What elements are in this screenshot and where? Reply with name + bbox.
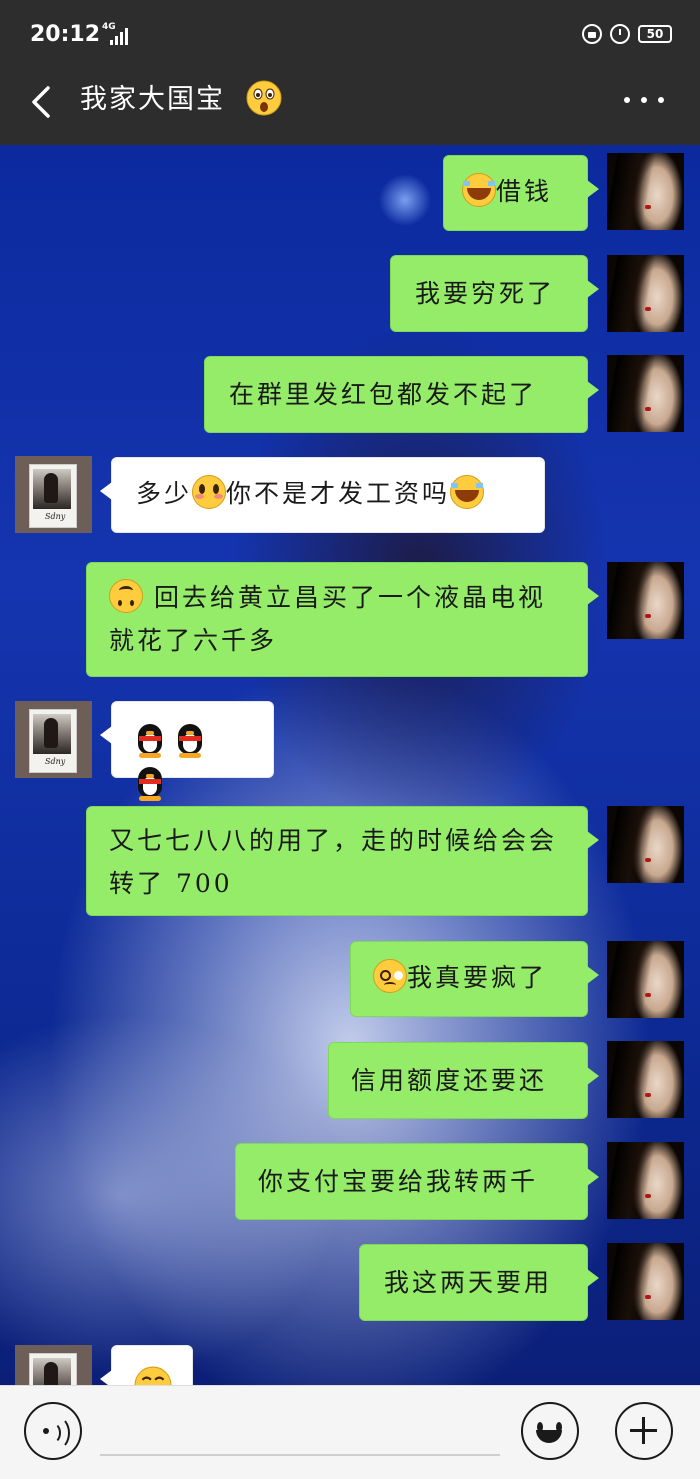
message-bubble-sent[interactable]: 借钱: [443, 155, 599, 231]
message-bubble-received[interactable]: [100, 701, 274, 801]
shy-face-emoji-icon: [192, 475, 227, 509]
message-bubble-sent[interactable]: 你支付宝要给我转两千: [235, 1143, 599, 1220]
message-bubble-sent[interactable]: 我要穷死了: [390, 255, 599, 332]
my-avatar[interactable]: [607, 806, 684, 883]
message-text: 我真要疯了: [407, 963, 548, 992]
alarm-icon: [610, 24, 630, 44]
message-bubble-received[interactable]: 多少 你不是才发工资吗: [100, 457, 545, 533]
astonished-face-icon: [246, 80, 282, 116]
my-avatar[interactable]: [607, 355, 684, 432]
input-bar: [0, 1385, 700, 1479]
my-avatar[interactable]: [607, 1041, 684, 1118]
status-time: 20:12: [30, 22, 101, 47]
qq-penguin-emoji-icon: [134, 767, 166, 803]
message-bubble-sent[interactable]: 回去给黄立昌买了一个液晶电视就花了六千多: [86, 562, 599, 677]
contact-avatar[interactable]: Sdny: [15, 1345, 92, 1385]
laughing-crying-emoji-icon: [462, 173, 496, 207]
my-avatar[interactable]: [607, 941, 684, 1018]
laughing-crying-emoji-icon: [450, 475, 485, 509]
back-arrow-icon[interactable]: [26, 84, 62, 120]
battery-icon: 50: [638, 25, 672, 43]
message-bubble-sent[interactable]: 我这两天要用: [359, 1244, 599, 1321]
more-functions-button[interactable]: [615, 1402, 673, 1460]
upside-down-face-emoji-icon: [109, 579, 143, 613]
chat-header: 我家大国宝: [0, 70, 700, 145]
my-avatar[interactable]: [607, 562, 684, 639]
message-bubble-sent[interactable]: 我真要疯了: [350, 941, 599, 1017]
my-avatar[interactable]: [607, 255, 684, 332]
signal-icon: 4G: [102, 22, 132, 46]
chat-message-list[interactable]: 借钱 我要穷死了 在群里发红包都发不起了 Sdny 多少 你不是才发工资吗 回去给…: [0, 145, 700, 1385]
contact-avatar[interactable]: Sdny: [15, 456, 92, 533]
my-avatar[interactable]: [607, 1142, 684, 1219]
woozy-face-emoji-icon: [373, 959, 407, 993]
qq-penguin-emoji-icon: [174, 724, 206, 760]
my-avatar[interactable]: [607, 1243, 684, 1320]
my-avatar[interactable]: [607, 153, 684, 230]
message-text: 在群里发红包都发不起了: [229, 380, 538, 409]
message-text: 多少: [136, 479, 193, 508]
qq-penguin-emoji-icon: [134, 724, 166, 760]
message-input[interactable]: [100, 1406, 504, 1454]
input-underline: [100, 1454, 500, 1456]
smiling-face-emoji-icon: [134, 1366, 172, 1385]
message-text: 你支付宝要给我转两千: [258, 1167, 539, 1196]
message-text: 我要穷死了: [415, 279, 556, 308]
status-bar: 20:12 4G 50: [0, 0, 700, 70]
message-text: 借钱: [496, 177, 553, 206]
message-bubble-received[interactable]: [100, 1345, 193, 1385]
chat-title: 我家大国宝: [80, 84, 225, 115]
contact-avatar[interactable]: Sdny: [15, 701, 92, 778]
message-bubble-sent[interactable]: 信用额度还要还: [328, 1042, 599, 1119]
message-text: 又七七八八的用了，走的时候给会会转了 700: [109, 826, 558, 898]
more-options-icon[interactable]: [624, 92, 664, 108]
message-text: 我这两天要用: [384, 1268, 553, 1297]
message-bubble-sent[interactable]: 在群里发红包都发不起了: [204, 356, 599, 433]
lock-icon: [582, 24, 602, 44]
emoji-button[interactable]: [521, 1402, 579, 1460]
message-bubble-sent[interactable]: 又七七八八的用了，走的时候给会会转了 700: [86, 806, 599, 916]
message-text: 信用额度还要还: [351, 1066, 548, 1095]
message-text: 回去给黄立昌买了一个液晶电视就花了六千多: [109, 583, 546, 655]
voice-input-button[interactable]: [24, 1402, 82, 1460]
message-text: 你不是才发工资吗: [226, 479, 451, 508]
